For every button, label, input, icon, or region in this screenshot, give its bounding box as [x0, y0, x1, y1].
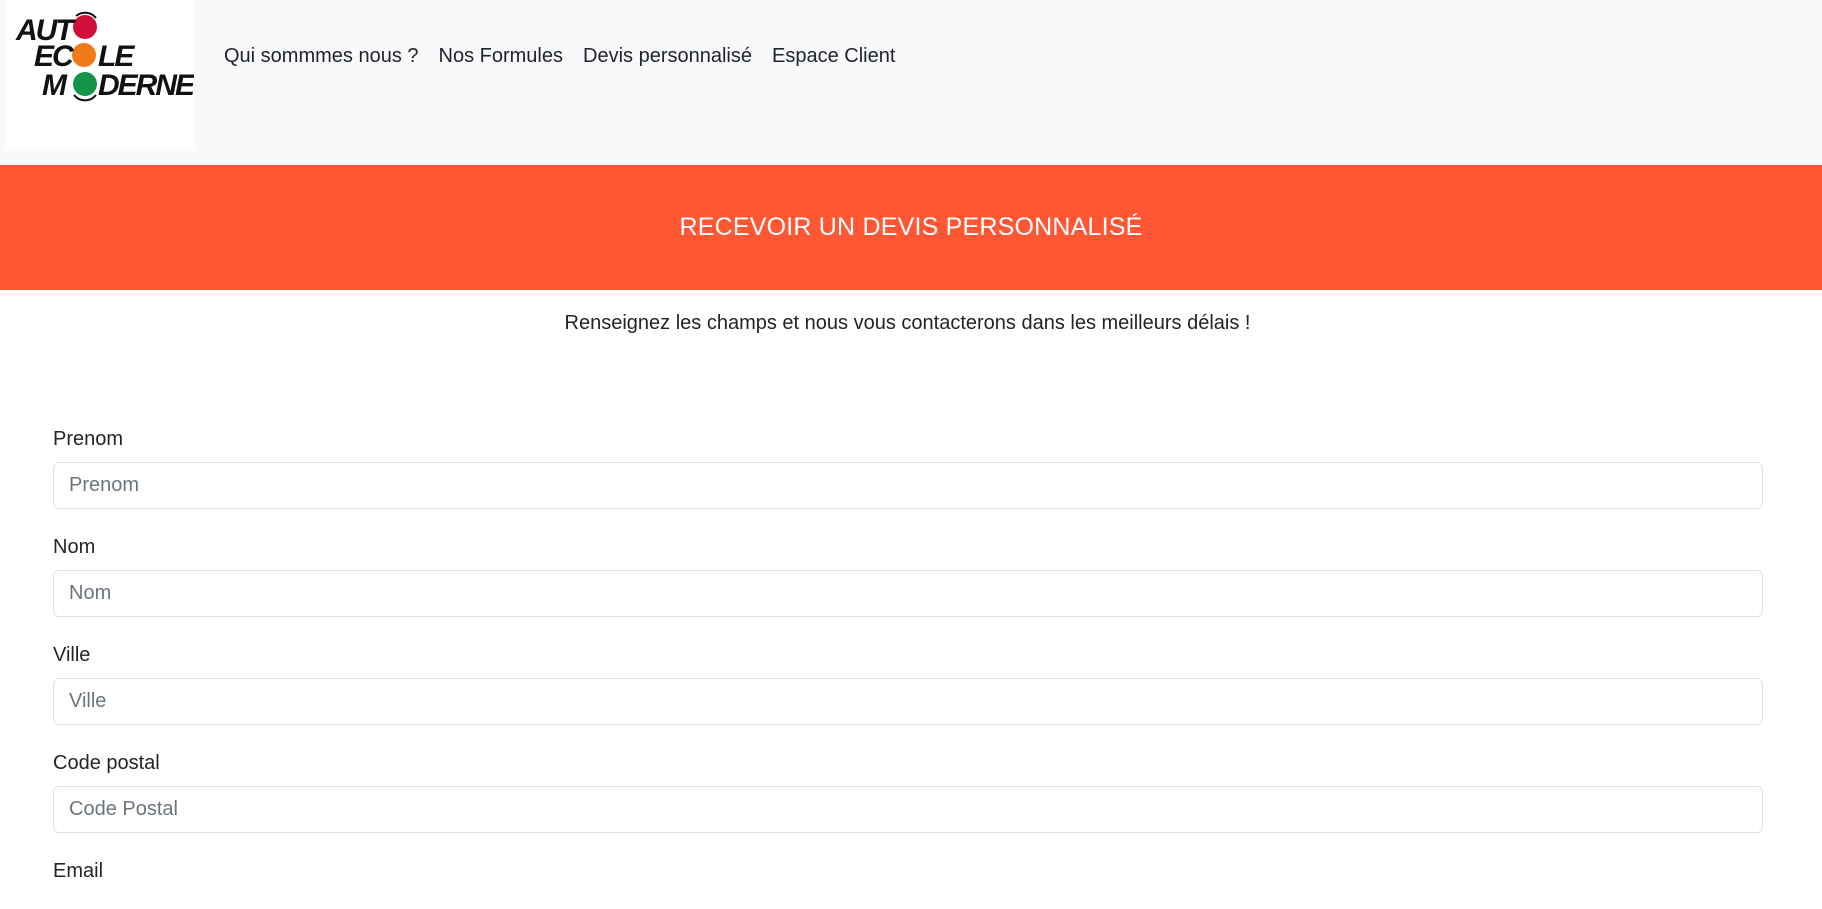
email-label: Email	[53, 860, 104, 882]
nom-label: Nom	[53, 536, 96, 558]
field-code-postal: Code postal	[53, 748, 1763, 833]
prenom-label: Prenom	[53, 428, 124, 450]
green-light-icon	[73, 72, 97, 96]
field-prenom: Prenom	[53, 424, 1763, 509]
auto-ecole-moderne-logo: AUT EC LE M DERNE	[15, 11, 194, 102]
nom-input[interactable]	[53, 570, 1763, 617]
svg-text:DERNE: DERNE	[98, 69, 194, 102]
page-title: RECEVOIR UN DEVIS PERSONNALISÉ	[679, 213, 1143, 241]
field-email: Email	[53, 856, 1763, 886]
main-nav: Qui sommmes nous ? Nos Formules Devis pe…	[214, 42, 905, 70]
nav-link-nos-formules[interactable]: Nos Formules	[429, 42, 573, 70]
ville-label: Ville	[53, 644, 91, 666]
code-postal-input[interactable]	[53, 786, 1763, 833]
intro-text: Renseignez les champs et nous vous conta…	[564, 312, 1251, 334]
code-postal-label: Code postal	[53, 752, 160, 774]
nav-link-devis-personnalise[interactable]: Devis personnalisé	[573, 42, 762, 70]
ville-input[interactable]	[53, 678, 1763, 725]
svg-text:M: M	[42, 69, 68, 102]
logo[interactable]: AUT EC LE M DERNE	[6, 0, 194, 148]
prenom-input[interactable]	[53, 462, 1763, 509]
field-nom: Nom	[53, 532, 1763, 617]
quote-form: Prenom Nom Ville Code postal Email	[53, 424, 1763, 909]
navbar: AUT EC LE M DERNE Qui sommmes nous ? Nos…	[0, 0, 1822, 165]
nav-link-qui-sommes-nous[interactable]: Qui sommmes nous ?	[214, 42, 429, 70]
orange-light-icon	[72, 43, 96, 67]
page-banner: RECEVOIR UN DEVIS PERSONNALISÉ	[0, 165, 1822, 290]
red-light-icon	[73, 15, 97, 39]
nav-link-espace-client[interactable]: Espace Client	[762, 42, 905, 70]
field-ville: Ville	[53, 640, 1763, 725]
